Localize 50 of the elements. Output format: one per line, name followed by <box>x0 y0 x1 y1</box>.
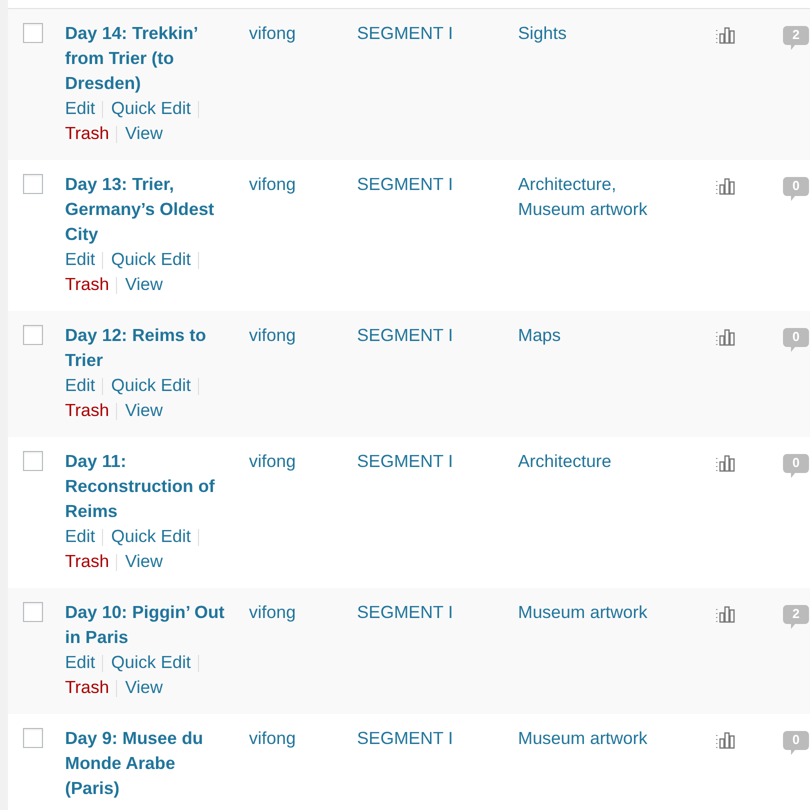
tag-link[interactable]: Architecture <box>518 449 668 474</box>
trash-link[interactable]: Trash <box>65 272 110 297</box>
action-link[interactable]: View <box>125 272 163 297</box>
action-link[interactable]: View <box>125 121 163 146</box>
author-link[interactable]: vifong <box>249 325 296 345</box>
author-link[interactable]: vifong <box>249 602 296 622</box>
category-link[interactable]: SEGMENT I <box>357 728 453 748</box>
action-link[interactable]: Edit <box>65 373 96 398</box>
trash-link[interactable]: Trash <box>65 398 110 423</box>
trash-link[interactable]: Trash <box>65 549 110 574</box>
category-link[interactable]: SEGMENT I <box>357 325 453 345</box>
action-link[interactable]: Edit <box>65 247 96 272</box>
post-title-link[interactable]: Day 9: Musee du Monde Arabe (Paris) <box>65 726 230 801</box>
tag-link[interactable]: Museum artwork <box>518 600 668 625</box>
author-link[interactable]: vifong <box>249 174 296 194</box>
row-checkbox[interactable] <box>23 602 43 622</box>
action-link[interactable]: Edit <box>65 96 96 121</box>
post-title-link[interactable]: Day 10: Piggin’ Out in Paris <box>65 600 230 650</box>
tag-link[interactable]: Sights <box>518 21 668 46</box>
post-title-link[interactable]: Day 14: Trekkin’ from Trier (to Dresden) <box>65 21 230 96</box>
author-link[interactable]: vifong <box>249 728 296 748</box>
row-checkbox[interactable] <box>23 174 43 194</box>
action-link[interactable]: View <box>125 549 163 574</box>
tag-link[interactable]: Museum artwork <box>518 726 668 751</box>
row-checkbox[interactable] <box>23 451 43 471</box>
post-title-link[interactable]: Day 11: Reconstruction of Reims <box>65 449 230 524</box>
category-link[interactable]: SEGMENT I <box>357 451 453 471</box>
author-link[interactable]: vifong <box>249 23 296 43</box>
category-link[interactable]: SEGMENT I <box>357 174 453 194</box>
trash-link[interactable]: Trash <box>65 121 110 146</box>
post-title-link[interactable]: Day 13: Trier, Germany’s Oldest City <box>65 172 230 247</box>
action-link[interactable]: Quick Edit <box>111 96 191 121</box>
row-checkbox[interactable] <box>23 325 43 345</box>
action-link[interactable]: Quick Edit <box>111 524 191 549</box>
action-link[interactable]: View <box>125 675 163 700</box>
trash-link[interactable]: Trash <box>65 675 110 700</box>
action-link[interactable]: Quick Edit <box>111 247 191 272</box>
row-checkbox[interactable] <box>23 23 43 43</box>
category-link[interactable]: SEGMENT I <box>357 602 453 622</box>
action-link[interactable]: Edit <box>65 524 96 549</box>
tag-link[interactable]: Maps <box>518 323 668 348</box>
action-link[interactable]: Edit <box>65 650 96 675</box>
author-link[interactable]: vifong <box>249 451 296 471</box>
post-title-link[interactable]: Day 12: Reims to Trier <box>65 323 230 373</box>
action-link[interactable]: Quick Edit <box>111 373 191 398</box>
row-checkbox[interactable] <box>23 728 43 748</box>
tag-link[interactable]: Architecture, Museum artwork <box>518 172 668 222</box>
category-link[interactable]: SEGMENT I <box>357 23 453 43</box>
action-link[interactable]: Quick Edit <box>111 650 191 675</box>
action-link[interactable]: View <box>125 398 163 423</box>
